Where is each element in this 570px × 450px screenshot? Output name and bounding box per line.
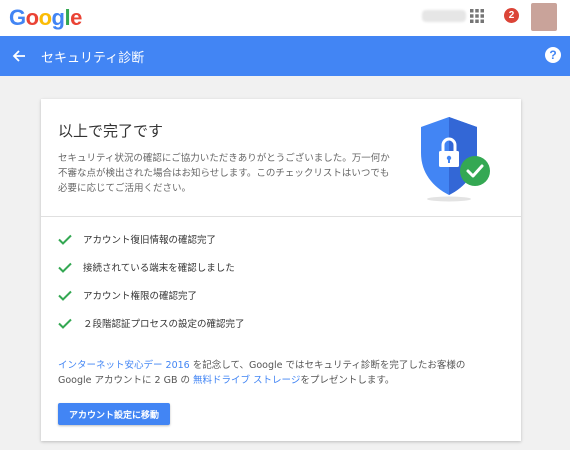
- checklist-item-label: 接続されている端末を確認しました: [83, 263, 235, 274]
- help-icon[interactable]: ?: [545, 47, 561, 63]
- notification-badge[interactable]: 2: [504, 8, 519, 23]
- free-drive-storage-link[interactable]: 無料ドライブ ストレージ: [193, 375, 300, 386]
- google-logo[interactable]: Google: [9, 5, 82, 31]
- logo-letter: G: [9, 5, 26, 30]
- check-icon: [58, 262, 72, 273]
- internet-safety-day-link[interactable]: インターネット安心デー 2016: [58, 360, 190, 371]
- check-icon: [58, 318, 72, 329]
- logo-letter: e: [70, 5, 82, 30]
- user-avatar[interactable]: [531, 3, 557, 31]
- logo-letter: g: [51, 5, 65, 30]
- promo-text-part2: をプレゼントします。: [300, 375, 395, 386]
- card-description: セキュリティ状況の確認にご協力いただきありがとうございました。万一何か不審な点が…: [58, 153, 390, 194]
- completion-card: 以上で完了です セキュリティ状況の確認にご協力いただきありがとうございました。万…: [41, 99, 521, 441]
- card-divider: [41, 216, 521, 217]
- account-name-blurred[interactable]: [422, 10, 466, 22]
- logo-letter: o: [38, 5, 52, 30]
- top-bar: Google 2: [0, 0, 570, 36]
- check-icon: [58, 290, 72, 301]
- checklist-item-label: アカウント権限の確認完了: [83, 291, 198, 302]
- shield-lock-check-icon: [421, 117, 490, 202]
- page-title: セキュリティ診断: [41, 51, 145, 66]
- card-title: 以上で完了です: [58, 122, 164, 140]
- logo-letter: o: [25, 5, 39, 30]
- check-icon: [58, 234, 72, 245]
- page-header-bar: セキュリティ診断 ?: [0, 36, 570, 76]
- checklist-item-label: ２段階認証プロセスの設定の確認完了: [83, 319, 245, 330]
- go-to-account-settings-button[interactable]: アカウント設定に移動: [58, 403, 170, 425]
- promo-text: インターネット安心デー 2016 を記念して、Google ではセキュリティ診断…: [58, 358, 498, 388]
- checklist-item-label: アカウント復旧情報の確認完了: [83, 235, 217, 246]
- arrow-back-icon[interactable]: [12, 49, 26, 63]
- apps-grid-icon[interactable]: [470, 9, 484, 23]
